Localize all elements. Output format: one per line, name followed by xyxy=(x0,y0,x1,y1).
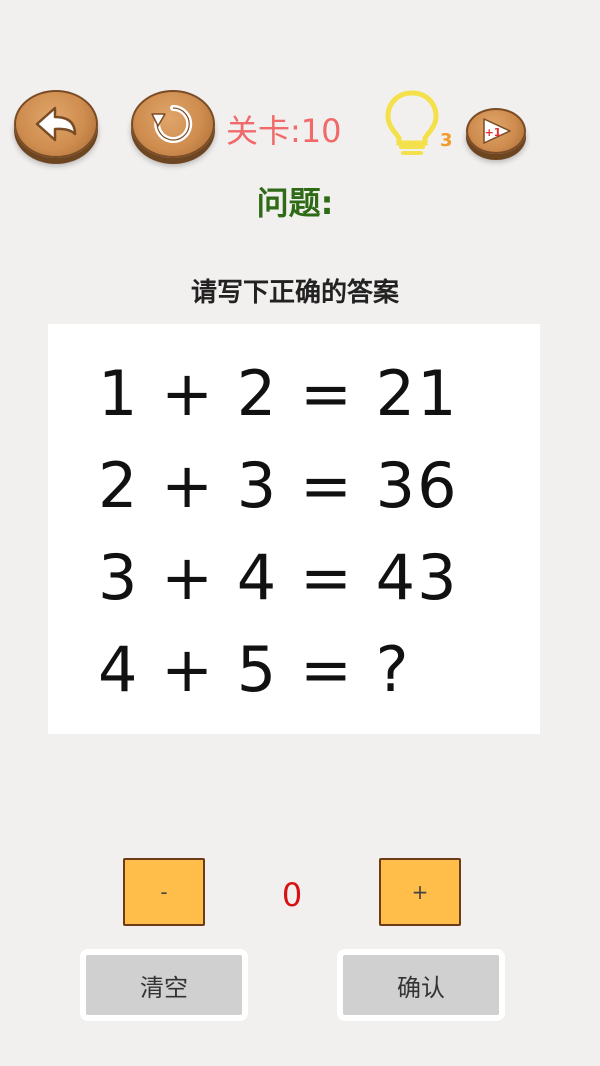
confirm-button[interactable]: 确认 xyxy=(343,955,499,1015)
confirm-button-frame: 确认 xyxy=(337,949,505,1021)
video-reward-label: +1 xyxy=(485,126,502,139)
question-instruction: 请写下正确的答案 xyxy=(190,278,399,308)
clear-button[interactable]: 清空 xyxy=(86,955,242,1015)
hint-count: 3 xyxy=(440,130,453,151)
back-arrow-icon xyxy=(35,106,77,142)
lightbulb-icon[interactable] xyxy=(384,89,440,159)
clear-button-frame: 清空 xyxy=(80,949,248,1021)
level-indicator: 关卡:10 xyxy=(226,112,342,150)
restart-icon xyxy=(151,104,193,143)
puzzle-card: 1 + 2 = 21 2 + 3 = 36 3 + 4 = 43 4 + 5 =… xyxy=(48,324,540,734)
answer-value: 0 xyxy=(281,876,303,914)
equation-line: 1 + 2 = 21 xyxy=(98,357,459,430)
question-title: 问题: xyxy=(256,184,334,222)
equation-line: 2 + 3 = 36 xyxy=(98,449,459,522)
equation-line: 3 + 4 = 43 xyxy=(98,541,459,614)
restart-button[interactable] xyxy=(131,90,215,158)
increment-button[interactable]: + xyxy=(379,858,461,926)
video-play-icon: +1 xyxy=(483,118,511,144)
equation-line: 4 + 5 = ? xyxy=(98,633,411,706)
back-button[interactable] xyxy=(14,90,98,158)
decrement-button[interactable]: - xyxy=(123,858,205,926)
video-reward-button[interactable]: +1 xyxy=(466,108,526,154)
